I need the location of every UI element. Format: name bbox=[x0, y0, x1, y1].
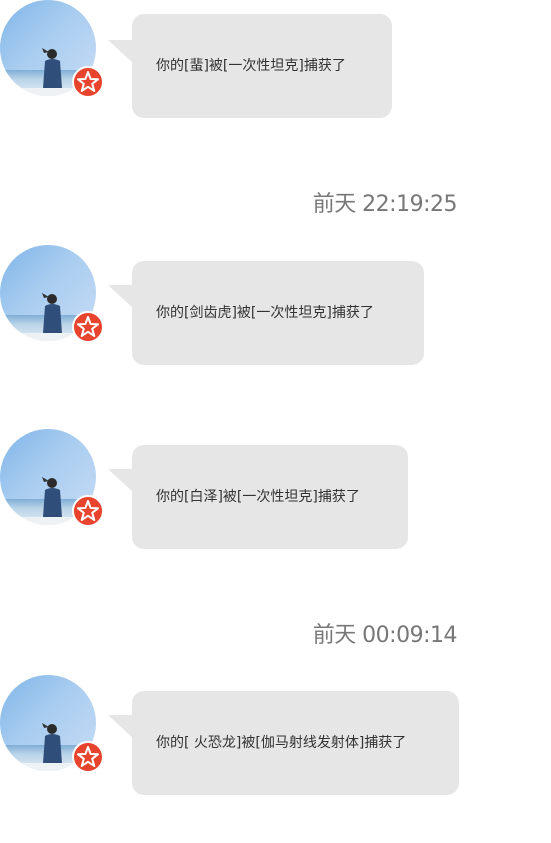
red-star-badge-icon bbox=[72, 311, 104, 343]
message-bubble[interactable]: 你的[ 火恐龙]被[伽马射线发射体]捕获了 bbox=[132, 691, 459, 795]
red-star-badge-icon bbox=[72, 495, 104, 527]
avatar-person bbox=[42, 477, 62, 517]
bubble-tail bbox=[108, 40, 134, 64]
red-star-badge-icon bbox=[72, 66, 104, 98]
message-bubble[interactable]: 你的[剑齿虎]被[一次性坦克]捕获了 bbox=[132, 261, 424, 365]
bubble-tail bbox=[108, 715, 134, 739]
bubble-tail bbox=[108, 469, 134, 493]
timestamp: 前天 22:19:25 bbox=[312, 192, 458, 217]
bubble-tail bbox=[108, 285, 134, 309]
chat-screen: { "messages": [ {"text": "你的[蜚]被[一次性坦克]捕… bbox=[0, 0, 551, 843]
red-star-badge-icon bbox=[72, 741, 104, 773]
timestamp: 前天 00:09:14 bbox=[312, 623, 458, 648]
message-bubble[interactable]: 你的[蜚]被[一次性坦克]捕获了 bbox=[132, 14, 392, 118]
avatar-person bbox=[42, 48, 62, 88]
message-bubble[interactable]: 你的[白泽]被[一次性坦克]捕获了 bbox=[132, 445, 408, 549]
avatar-person bbox=[42, 293, 62, 333]
avatar-person bbox=[42, 723, 62, 763]
